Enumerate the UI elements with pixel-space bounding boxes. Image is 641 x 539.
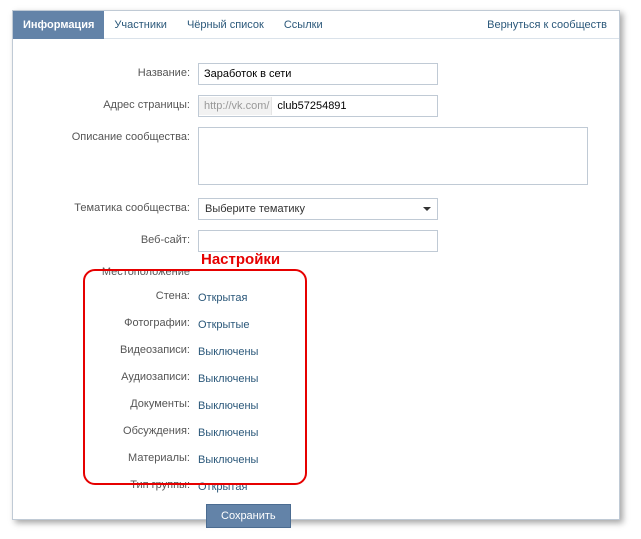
address-prefix: http://vk.com/	[199, 97, 272, 115]
back-to-community-link[interactable]: Вернуться к сообществ	[487, 11, 619, 39]
website-label: Веб-сайт:	[33, 230, 198, 246]
topic-select[interactable]: Выберите тематику	[198, 198, 438, 220]
tab-bar: Информация Участники Чёрный список Ссылк…	[13, 11, 619, 39]
location-label: Местоположение	[33, 262, 198, 278]
address-field: http://vk.com/	[198, 95, 438, 117]
docs-label: Документы:	[33, 398, 198, 410]
form-area: Название: Адрес страницы: http://vk.com/…	[13, 39, 619, 538]
videos-value[interactable]: Выключены	[198, 342, 258, 358]
description-label: Описание сообщества:	[33, 127, 198, 143]
audios-label: Аудиозаписи:	[33, 371, 198, 383]
name-label: Название:	[33, 63, 198, 79]
save-button[interactable]: Сохранить	[206, 504, 291, 528]
description-input[interactable]	[198, 127, 588, 185]
audios-value[interactable]: Выключены	[198, 369, 258, 385]
photos-value[interactable]: Открытые	[198, 315, 250, 331]
materials-value[interactable]: Выключены	[198, 450, 258, 466]
name-input[interactable]	[198, 63, 438, 85]
chevron-down-icon	[423, 207, 431, 211]
tab-blacklist[interactable]: Чёрный список	[177, 11, 274, 39]
address-label: Адрес страницы:	[33, 95, 198, 111]
materials-label: Материалы:	[33, 452, 198, 464]
settings-panel: Информация Участники Чёрный список Ссылк…	[12, 10, 620, 520]
docs-value[interactable]: Выключены	[198, 396, 258, 412]
group-type-label: Тип группы:	[33, 479, 198, 491]
tab-links[interactable]: Ссылки	[274, 11, 333, 39]
wall-label: Стена:	[33, 290, 198, 302]
tab-members[interactable]: Участники	[104, 11, 177, 39]
photos-label: Фотографии:	[33, 317, 198, 329]
videos-label: Видеозаписи:	[33, 344, 198, 356]
group-type-value[interactable]: Открытая	[198, 477, 247, 493]
discussions-value[interactable]: Выключены	[198, 423, 258, 439]
website-input[interactable]	[198, 230, 438, 252]
tab-information[interactable]: Информация	[13, 11, 104, 39]
discussions-label: Обсуждения:	[33, 425, 198, 437]
topic-label: Тематика сообщества:	[33, 198, 198, 214]
topic-select-value: Выберите тематику	[205, 203, 305, 215]
address-input[interactable]	[272, 97, 437, 115]
wall-value[interactable]: Открытая	[198, 288, 247, 304]
